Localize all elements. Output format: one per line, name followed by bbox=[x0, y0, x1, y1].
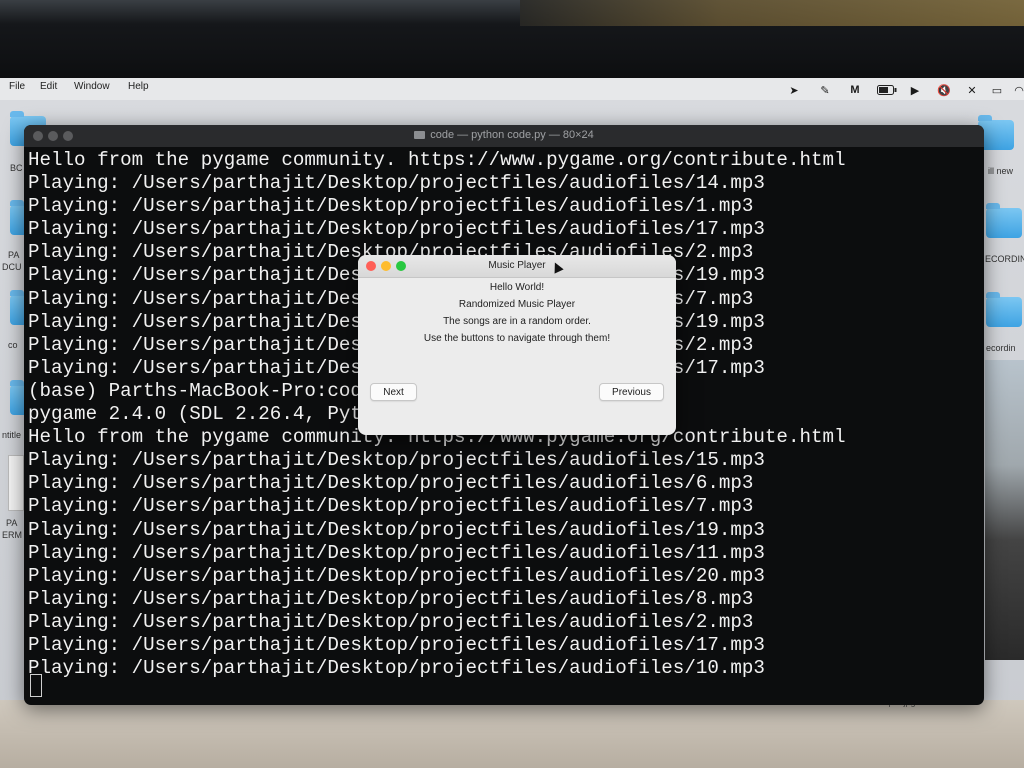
desktop-folder-icon[interactable] bbox=[986, 203, 1022, 238]
terminal-line: Playing: /Users/parthajit/Desktop/projec… bbox=[28, 218, 765, 241]
play-icon[interactable]: ▶ bbox=[908, 83, 922, 97]
terminal-title: code — python code.py — 80×24 bbox=[24, 129, 984, 141]
next-button[interactable]: Next bbox=[370, 383, 417, 401]
terminal-line: Playing: /Users/parthajit/Desktop/projec… bbox=[28, 495, 754, 518]
desktop-label: ECORDIN bbox=[985, 254, 1024, 264]
desktop-label: PA bbox=[8, 250, 20, 260]
desktop-folder-icon[interactable] bbox=[986, 292, 1022, 327]
menu-bar bbox=[0, 78, 1024, 100]
dialog-greeting: Hello World! bbox=[489, 282, 545, 293]
wifi-icon[interactable]: ◠ bbox=[1012, 83, 1024, 97]
desktop-label: ill new bbox=[988, 166, 1014, 176]
no-mic-icon[interactable]: ✕ bbox=[965, 83, 979, 97]
terminal-line: Playing: /Users/parthajit/Desktop/projec… bbox=[28, 195, 754, 218]
terminal-line: Playing: /Users/parthajit/Desktop/projec… bbox=[28, 633, 765, 656]
location-arrow-icon[interactable]: ➤ bbox=[787, 83, 801, 97]
desktop-label: DCU bbox=[2, 262, 22, 272]
terminal-cursor bbox=[30, 674, 42, 697]
terminal-line: Playing: /Users/parthajit/Desktop/projec… bbox=[28, 449, 765, 472]
desktop-label: co bbox=[8, 340, 18, 350]
terminal-line: Playing: /Users/parthajit/Desktop/projec… bbox=[28, 587, 754, 610]
ambient-light bbox=[520, 0, 1024, 26]
dialog-title: Music Player bbox=[488, 260, 546, 271]
desktop-label: ecordin bbox=[986, 343, 1016, 353]
music-player-window[interactable]: Music Player Hello World! Randomized Mus… bbox=[358, 255, 676, 435]
desktop-label: PA bbox=[6, 518, 18, 528]
desktop-label: BC bbox=[10, 163, 23, 173]
message-icon[interactable]: ▭ bbox=[990, 83, 1004, 97]
terminal-line: Playing: /Users/parthajit/Desktop/projec… bbox=[28, 610, 754, 633]
terminal-line: Playing: /Users/parthajit/Desktop/projec… bbox=[28, 541, 765, 564]
mute-icon[interactable]: 🔇 bbox=[937, 83, 951, 97]
previous-button[interactable]: Previous bbox=[599, 383, 664, 401]
menu-window[interactable]: Window bbox=[74, 81, 110, 92]
desk-surface bbox=[0, 700, 1024, 768]
battery-icon[interactable] bbox=[877, 83, 897, 97]
desktop-label: ntitle bbox=[2, 430, 22, 440]
dialog-heading: Randomized Music Player bbox=[458, 299, 576, 310]
terminal-titlebar[interactable]: code — python code.py — 80×24 bbox=[24, 125, 984, 147]
terminal-line: Playing: /Users/parthajit/Desktop/projec… bbox=[28, 172, 765, 195]
desktop-label: ERM bbox=[2, 530, 22, 540]
dialog-info: The songs are in a random order. bbox=[443, 316, 591, 327]
terminal-line: Playing: /Users/parthajit/Desktop/projec… bbox=[28, 472, 754, 495]
folder-icon bbox=[414, 131, 426, 140]
desktop-file-icon[interactable] bbox=[8, 455, 24, 511]
terminal-line: Hello from the pygame community. https:/… bbox=[28, 149, 846, 171]
m-app-icon[interactable]: M bbox=[848, 83, 862, 97]
wallpaper-photo bbox=[985, 360, 1024, 660]
terminal-title-text: code — python code.py — 80×24 bbox=[430, 129, 594, 141]
dialog-instructions: Use the buttons to navigate through them… bbox=[423, 333, 611, 344]
pen-icon[interactable]: ✎ bbox=[818, 83, 832, 97]
menu-help[interactable]: Help bbox=[128, 81, 149, 92]
terminal-line: Playing: /Users/parthajit/Desktop/projec… bbox=[28, 564, 765, 587]
menu-edit[interactable]: Edit bbox=[40, 81, 57, 92]
menu-file[interactable]: File bbox=[9, 81, 25, 92]
dialog-titlebar[interactable]: Music Player bbox=[358, 255, 676, 278]
terminal-line: Playing: /Users/parthajit/Desktop/projec… bbox=[28, 518, 765, 541]
terminal-line: Playing: /Users/parthajit/Desktop/projec… bbox=[28, 657, 765, 680]
